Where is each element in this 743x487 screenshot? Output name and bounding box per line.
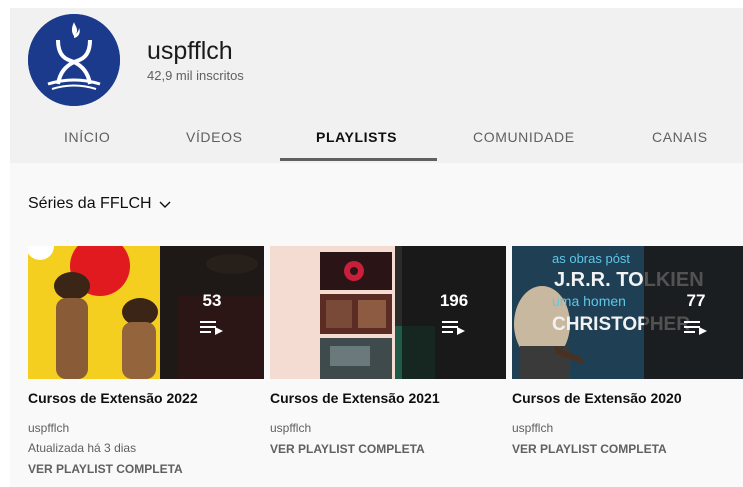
- playlist-count-overlay: 77: [644, 246, 743, 379]
- tab-videos[interactable]: VÍDEOS: [186, 120, 243, 165]
- video-count: 77: [686, 290, 706, 310]
- playlist-title[interactable]: Cursos de Extensão 2020: [512, 390, 743, 406]
- video-count: 196: [439, 290, 469, 310]
- playlist-thumbnail[interactable]: 53: [28, 246, 264, 379]
- thumbnail-text-line: as obras póst: [552, 251, 630, 266]
- playlist-title[interactable]: Cursos de Extensão 2021: [270, 390, 506, 406]
- tab-label: INÍCIO: [64, 129, 111, 145]
- tab-canais[interactable]: CANAIS: [652, 120, 708, 165]
- video-count: 53: [202, 290, 222, 310]
- playlist-card: as obras póst J.R.R. TOLKIEN uma homen C…: [512, 246, 743, 456]
- playlist-count-overlay: 196: [402, 246, 506, 379]
- chevron-down-icon: [159, 201, 171, 208]
- playlist-channel[interactable]: uspfflch: [512, 421, 743, 435]
- playlist-icon: [442, 320, 465, 335]
- view-full-playlist-link[interactable]: VER PLAYLIST COMPLETA: [270, 442, 506, 456]
- channel-header: uspfflch 42,9 mil inscritos INÍCIO VÍDEO…: [10, 8, 743, 163]
- playlist-count-overlay: 53: [160, 246, 264, 379]
- section-title: Séries da FFLCH: [28, 195, 152, 212]
- playlist-icon: [200, 320, 223, 335]
- tab-label: VÍDEOS: [186, 129, 243, 145]
- playlist-thumbnail[interactable]: 196: [270, 246, 506, 379]
- playlist-card: 196 Cursos de Extensão 2021 uspfflch VER…: [270, 246, 506, 456]
- thumbnail-text-line: uma homen: [552, 293, 626, 309]
- playlist-channel[interactable]: uspfflch: [28, 421, 264, 435]
- playlist-thumbnail[interactable]: as obras póst J.R.R. TOLKIEN uma homen C…: [512, 246, 743, 379]
- view-full-playlist-link[interactable]: VER PLAYLIST COMPLETA: [512, 442, 743, 456]
- tab-inicio[interactable]: INÍCIO: [64, 120, 110, 165]
- fflch-logo-icon: [28, 14, 120, 106]
- active-tab-indicator: [280, 158, 437, 161]
- tab-comunidade[interactable]: COMUNIDADE: [473, 120, 575, 165]
- section-sort-dropdown[interactable]: Séries da FFLCH: [28, 195, 172, 213]
- view-full-playlist-link[interactable]: VER PLAYLIST COMPLETA: [28, 462, 264, 476]
- channel-avatar[interactable]: [28, 14, 120, 106]
- tab-label: PLAYLISTS: [316, 129, 398, 145]
- tab-label: CANAIS: [652, 129, 708, 145]
- playlist-icon: [684, 320, 707, 335]
- tab-label: COMUNIDADE: [473, 129, 575, 145]
- playlist-title[interactable]: Cursos de Extensão 2022: [28, 390, 264, 406]
- subscriber-count: 42,9 mil inscritos: [147, 68, 244, 83]
- playlist-card: 53 Cursos de Extensão 2022 uspfflch Atua…: [28, 246, 264, 476]
- playlist-channel[interactable]: uspfflch: [270, 421, 506, 435]
- channel-name[interactable]: uspfflch: [147, 37, 233, 66]
- playlist-updated: Atualizada há 3 dias: [28, 441, 137, 455]
- playlists-content: Séries da FFLCH 53 Cursos de Extensão 20…: [10, 163, 743, 487]
